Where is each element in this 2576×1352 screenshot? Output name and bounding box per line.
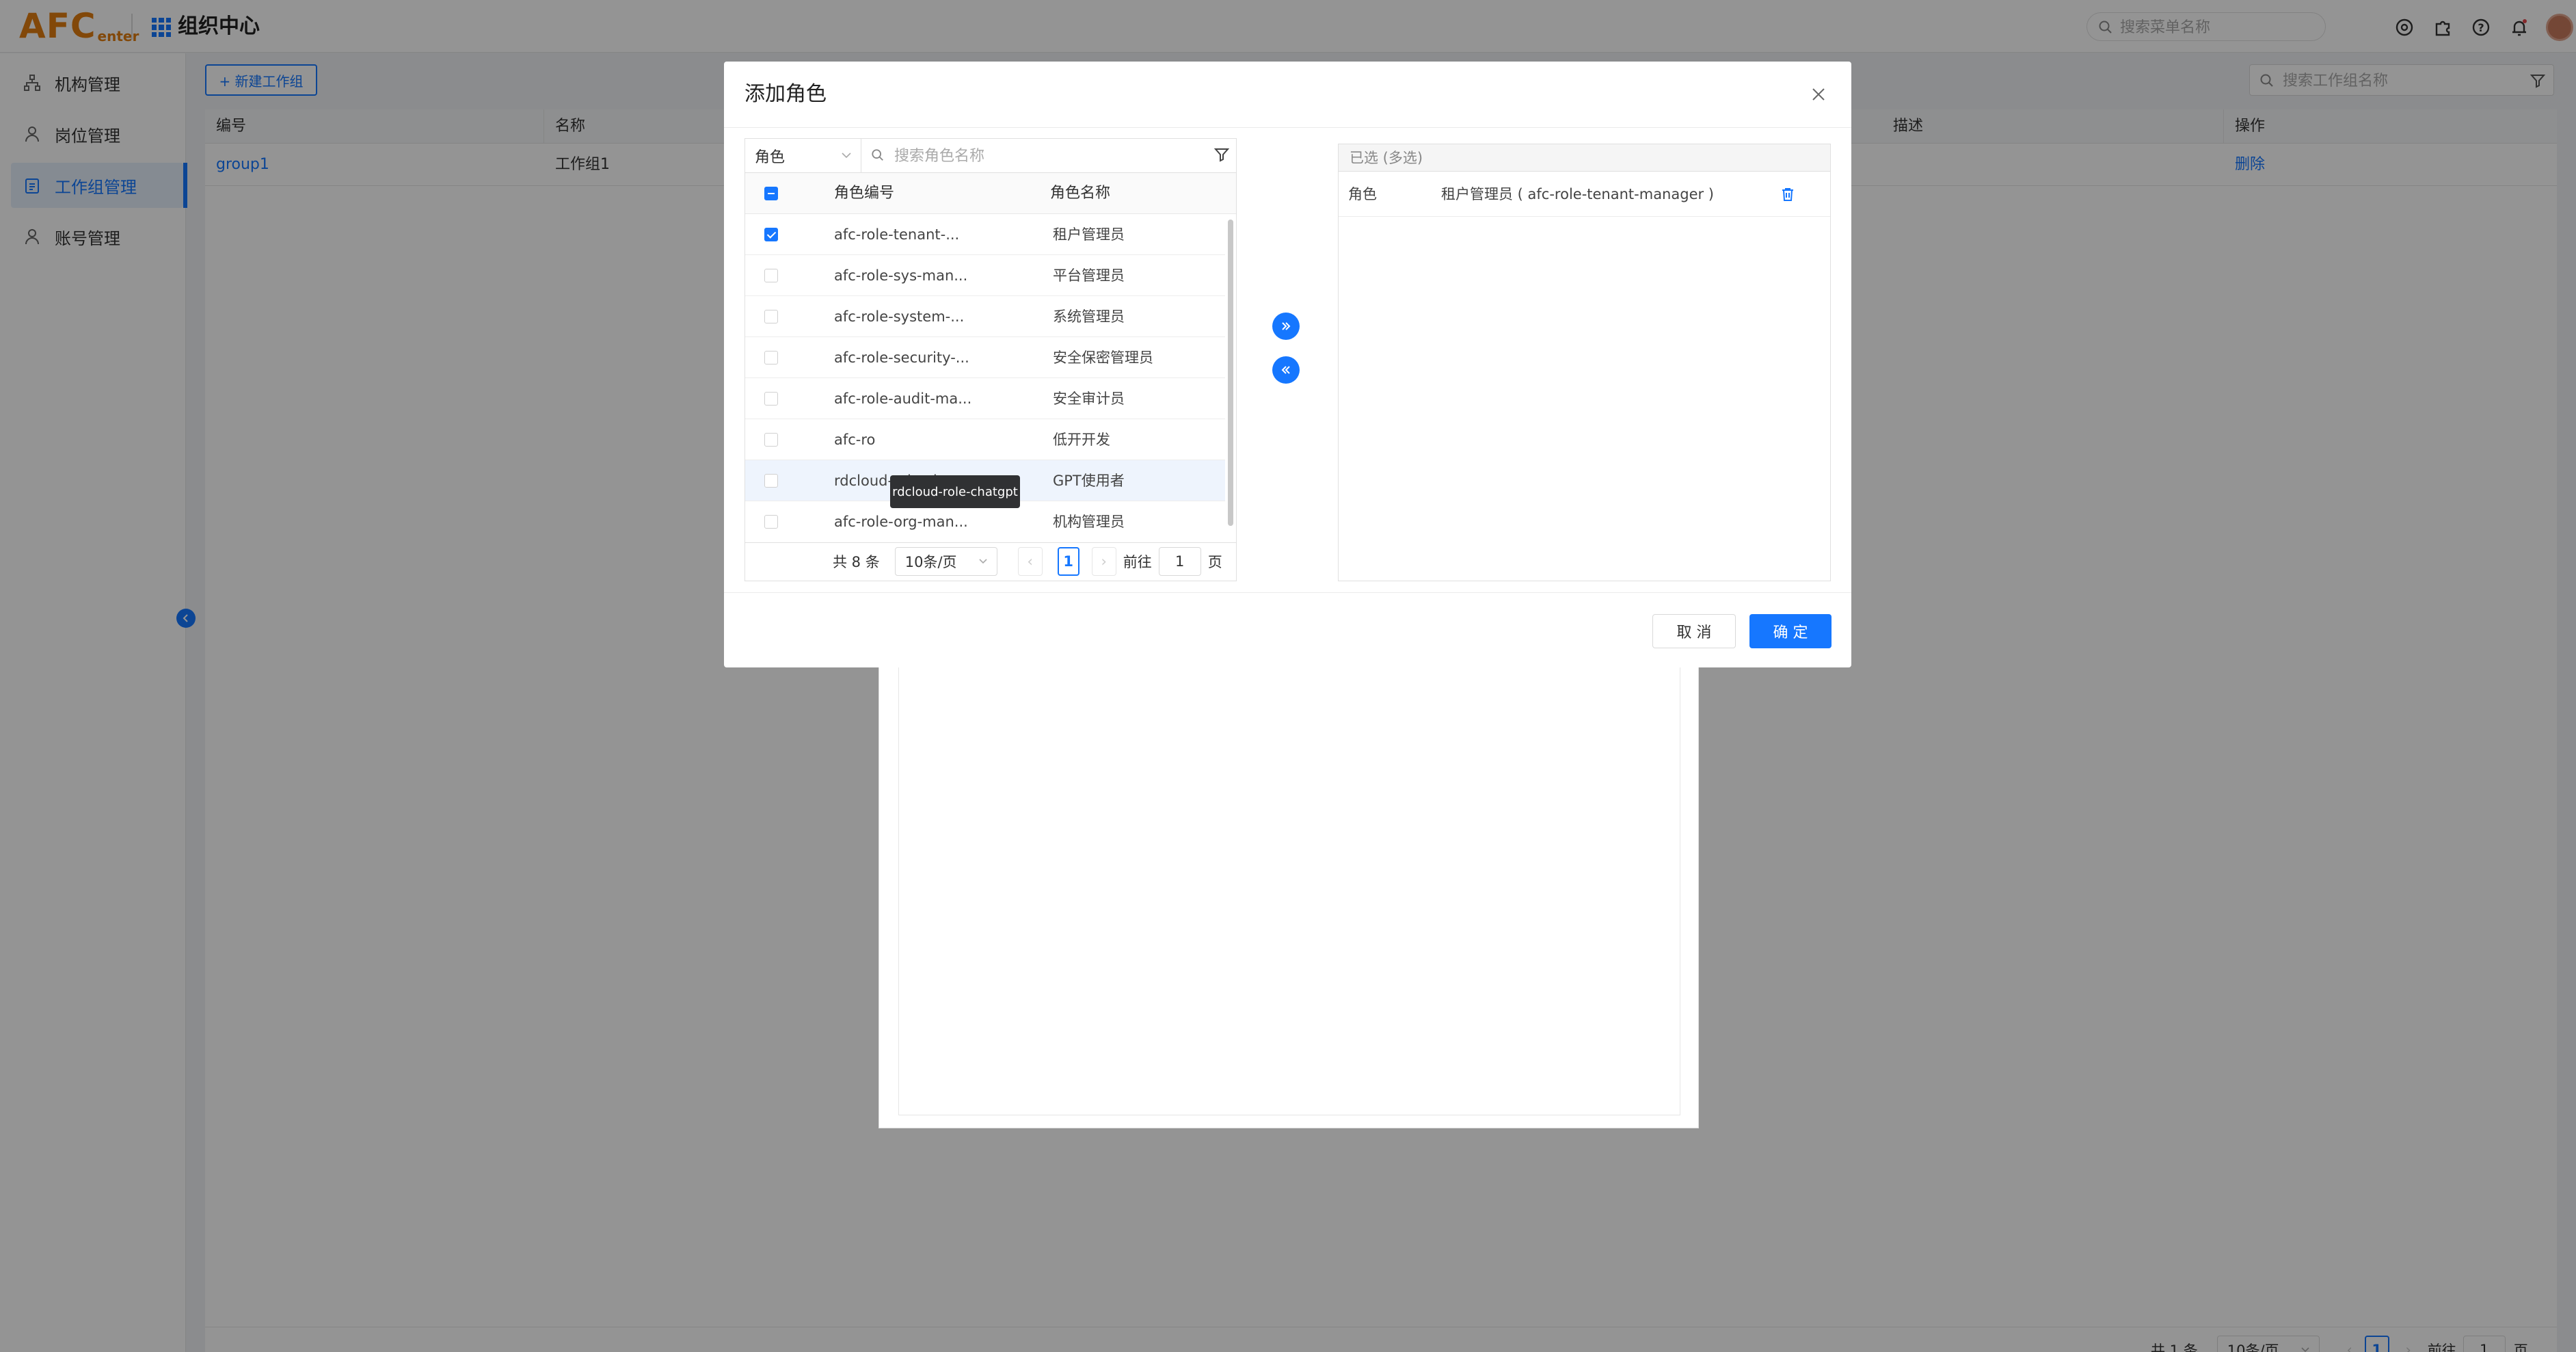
search-icon — [871, 148, 885, 166]
prev-page-button[interactable]: ‹ — [1017, 547, 1043, 576]
add-role-dialog: 添加角色 角色 角色编号 角色名称 — [724, 62, 1851, 667]
list-item: 角色 租户管理员 ( afc-role-tenant-manager ) — [1339, 172, 1830, 217]
row-checkbox[interactable] — [764, 392, 778, 406]
double-chevron-right-icon — [1282, 322, 1291, 330]
role-pagination: 共 8 条 10条/页 ‹ 1 › 前往 1 页 — [833, 547, 1222, 576]
selected-type: 角色 — [1348, 186, 1377, 202]
select-all-checkbox[interactable] — [764, 187, 778, 200]
selected-value: 租户管理员 ( afc-role-tenant-manager ) — [1441, 186, 1714, 202]
next-page-button[interactable]: › — [1091, 547, 1116, 576]
role-code: afc-role-audit-ma... — [834, 390, 972, 407]
role-code: afc-role-system-... — [834, 308, 965, 325]
filter-icon[interactable] — [1213, 147, 1230, 166]
column-role-code: 角色编号 — [834, 185, 895, 202]
role-list-panel: 角色 角色编号 角色名称 afc-role-tenant-... 租户管理员 — [744, 138, 1237, 581]
double-chevron-left-icon — [1281, 366, 1290, 374]
type-select[interactable]: 角色 — [745, 139, 861, 172]
column-role-name: 角色名称 — [1050, 185, 1111, 202]
divider — [724, 127, 1851, 128]
role-name: GPT使用者 — [1053, 473, 1125, 489]
role-pagination-bar: 共 8 条 10条/页 ‹ 1 › 前往 1 页 — [745, 542, 1236, 581]
role-name: 安全保密管理员 — [1053, 349, 1153, 366]
table-row[interactable]: afc-role-sys-man... 平台管理员 — [745, 255, 1225, 296]
chevron-down-icon — [979, 559, 987, 564]
role-code: afc-ro — [834, 432, 876, 448]
tooltip: rdcloud-role-chatgpt — [890, 475, 1020, 508]
role-list-toolbar: 角色 — [745, 139, 1236, 173]
trash-icon[interactable] — [1780, 187, 1795, 205]
row-checkbox[interactable] — [764, 310, 778, 323]
role-table-header: 角色编号 角色名称 — [745, 173, 1236, 214]
role-search[interactable] — [861, 139, 1236, 172]
role-code: afc-role-sys-man... — [834, 267, 968, 284]
confirm-button[interactable]: 确 定 — [1749, 614, 1832, 648]
current-page[interactable]: 1 — [1057, 547, 1079, 576]
row-checkbox[interactable] — [764, 228, 778, 241]
table-row[interactable]: afc-ro 低开开发 — [745, 419, 1225, 460]
goto-page-input[interactable]: 1 — [1158, 547, 1201, 576]
page-size-value: 10条/页 — [904, 554, 957, 570]
row-checkbox[interactable] — [764, 474, 778, 488]
selected-panel: 已选 (多选) 角色 租户管理员 ( afc-role-tenant-manag… — [1338, 144, 1831, 581]
total-count: 共 8 条 — [833, 554, 880, 570]
selected-header: 已选 (多选) — [1339, 144, 1830, 172]
role-code: afc-role-tenant-... — [834, 226, 960, 243]
divider — [724, 592, 1851, 593]
chevron-down-icon — [842, 153, 851, 159]
row-checkbox[interactable] — [764, 515, 778, 529]
role-name: 机构管理员 — [1053, 514, 1125, 530]
page-size-select[interactable]: 10条/页 — [894, 547, 997, 576]
table-row[interactable]: afc-role-security-... 安全保密管理员 — [745, 337, 1225, 378]
role-code: afc-role-security-... — [834, 349, 969, 366]
role-name: 安全审计员 — [1053, 390, 1125, 407]
role-name: 租户管理员 — [1053, 226, 1125, 243]
move-right-button[interactable] — [1272, 313, 1300, 340]
role-name: 平台管理员 — [1053, 267, 1125, 284]
role-name: 系统管理员 — [1053, 308, 1125, 325]
role-search-input[interactable] — [894, 146, 1195, 166]
dialog-title: 添加角色 — [744, 82, 827, 106]
type-select-value: 角色 — [755, 148, 786, 166]
cancel-button[interactable]: 取 消 — [1652, 614, 1736, 648]
row-checkbox[interactable] — [764, 269, 778, 282]
table-row[interactable]: afc-role-system-... 系统管理员 — [745, 296, 1225, 337]
row-checkbox[interactable] — [764, 351, 778, 364]
table-row[interactable]: afc-role-audit-ma... 安全审计员 — [745, 378, 1225, 419]
page-unit: 页 — [1207, 554, 1222, 570]
vertical-scrollbar[interactable] — [1228, 220, 1233, 526]
goto-label: 前往 — [1123, 554, 1152, 570]
move-left-button[interactable] — [1272, 356, 1300, 384]
row-checkbox[interactable] — [764, 433, 778, 447]
close-icon[interactable] — [1806, 82, 1831, 107]
table-row[interactable]: afc-role-tenant-... 租户管理员 — [745, 214, 1225, 255]
role-name: 低开开发 — [1053, 432, 1110, 448]
